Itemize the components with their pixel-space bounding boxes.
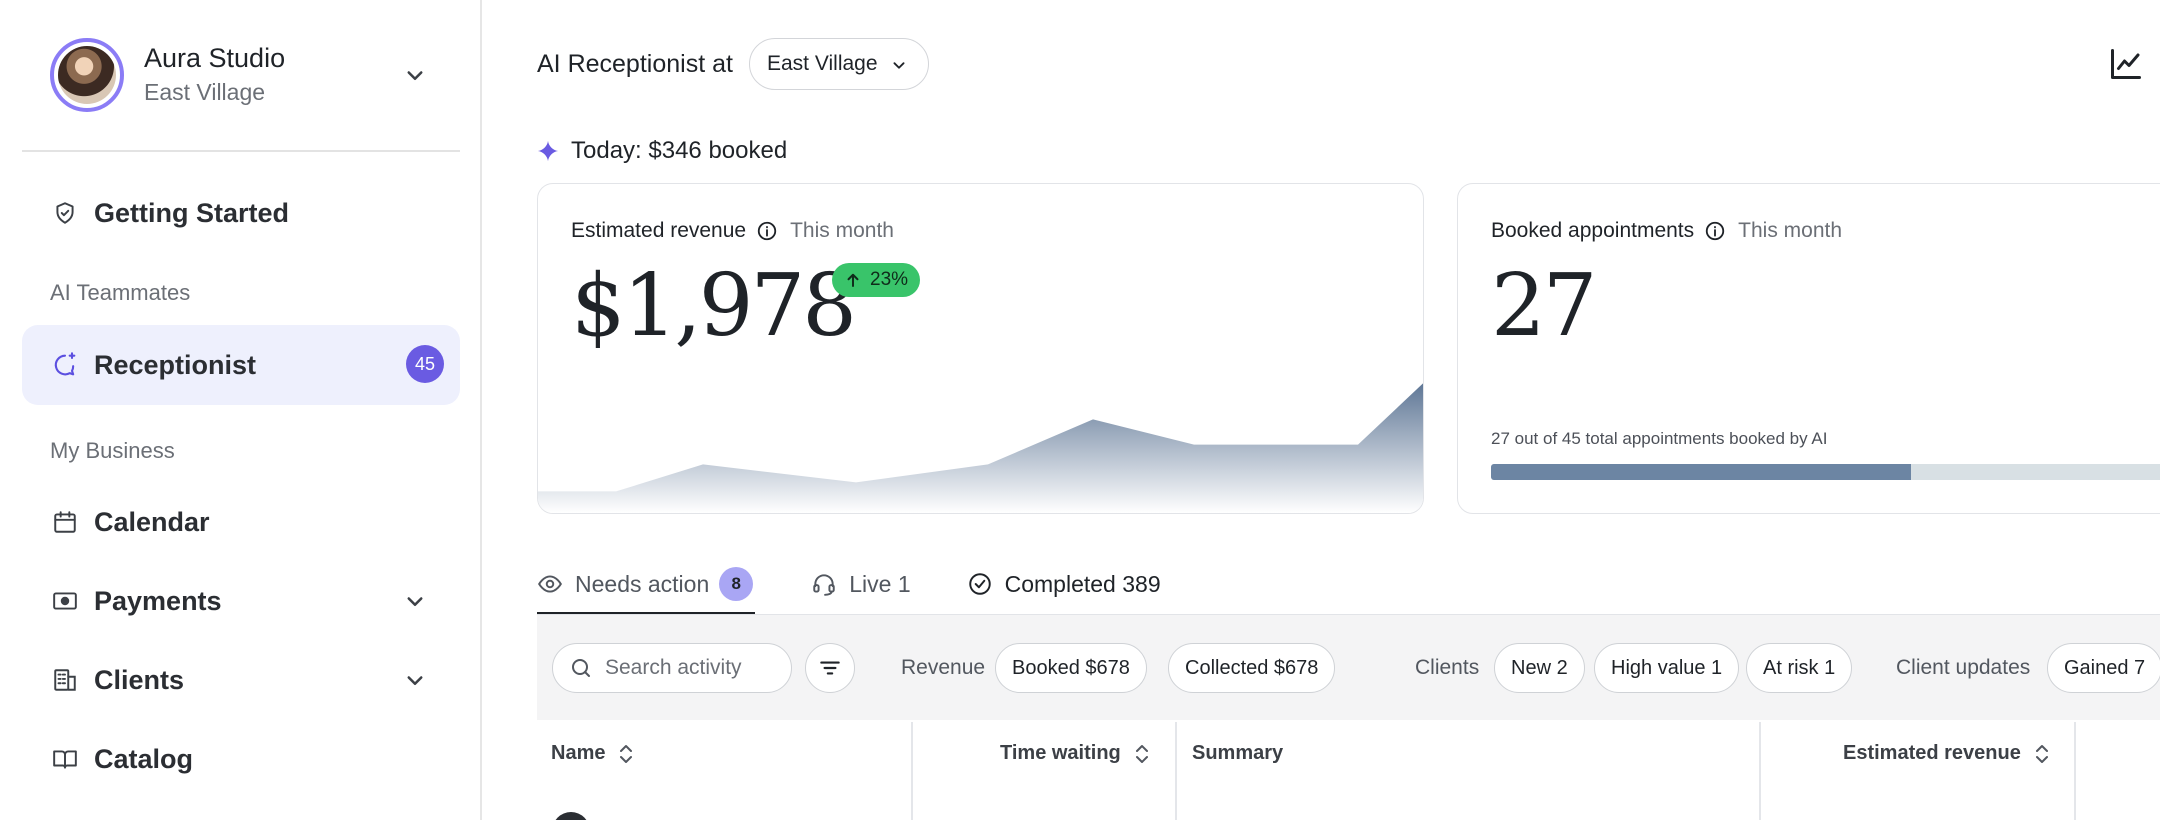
today-summary: Today: $346 booked <box>537 137 787 165</box>
filter-chip-at-risk[interactable]: At risk 1 <box>1746 643 1853 693</box>
tab-label: Needs action <box>575 570 710 597</box>
headset-icon <box>813 574 835 596</box>
eye-icon <box>538 575 562 593</box>
business-location: East Village <box>144 79 266 105</box>
card-period: This month <box>1738 219 1843 242</box>
column-header-label: Time waiting <box>1000 742 1121 764</box>
filter-bar: Search activity Revenue Booked $678 Coll… <box>537 615 2160 720</box>
chevron-down-icon[interactable] <box>400 665 430 695</box>
calendar-icon <box>50 507 80 537</box>
filter-chip-new[interactable]: New 2 <box>1494 643 1585 693</box>
sidebar-item-payments[interactable]: Payments <box>22 561 460 641</box>
chevron-down-icon <box>893 62 905 69</box>
section-label-my-business: My Business <box>50 438 175 463</box>
tab-label: Live 1 <box>849 570 911 597</box>
card-title: Estimated revenue <box>571 219 747 242</box>
sparkle-icon <box>537 140 559 162</box>
tab-completed[interactable]: Completed 389 <box>967 556 1161 612</box>
sidebar-item-getting-started[interactable]: Getting Started <box>22 173 460 253</box>
location-select[interactable]: East Village <box>749 38 929 90</box>
shield-check-icon <box>50 198 80 228</box>
building-icon <box>50 665 80 695</box>
sort-icon <box>620 744 633 763</box>
chevron-down-icon[interactable] <box>400 586 430 616</box>
location-select-value: East Village <box>767 52 878 75</box>
column-divider <box>911 722 913 820</box>
column-header-name[interactable]: Name <box>551 742 635 765</box>
sidebar-item-label: Calendar <box>94 506 210 537</box>
today-booked-text: Today: $346 booked <box>571 137 788 164</box>
ai-booking-progress-fill <box>1491 464 1911 480</box>
activity-tabs: Needs action 8 Live 1 Completed 389 <box>537 556 1217 616</box>
filter-group-clients: Clients <box>1415 656 1480 679</box>
filter-chip-gained[interactable]: Gained 7 <box>2047 643 2160 693</box>
filter-chip-collected[interactable]: Collected $678 <box>1168 643 1336 693</box>
ai-booking-progress-label: 27 out of 45 total appointments booked b… <box>1491 429 1828 448</box>
estimated-revenue-card: Estimated revenue This month $1,978 23% <box>537 183 1424 514</box>
search-icon <box>572 659 590 677</box>
sort-icon <box>2035 744 2048 763</box>
sidebar-item-label: Clients <box>94 664 185 695</box>
revenue-trend-area <box>538 383 1423 513</box>
revenue-change-badge: 23% <box>832 263 921 297</box>
book-icon <box>50 744 80 774</box>
column-divider <box>2074 722 2076 820</box>
filter-group-revenue: Revenue <box>901 656 986 679</box>
tab-needs-action[interactable]: Needs action 8 <box>537 556 756 615</box>
page-title: AI Receptionist at <box>537 50 733 78</box>
column-header-estimated-revenue[interactable]: Estimated revenue <box>1843 742 2051 765</box>
column-header-label: Name <box>551 742 606 764</box>
chevron-down-icon[interactable] <box>400 60 430 90</box>
business-switcher[interactable]: Aura Studio East Village <box>50 38 285 112</box>
sidebar-item-label: Getting Started <box>94 197 290 228</box>
cash-icon <box>50 586 80 616</box>
check-circle-icon <box>968 573 991 595</box>
column-divider <box>1175 722 1177 820</box>
filter-chip-high-value[interactable]: High value 1 <box>1594 643 1740 693</box>
tab-live[interactable]: Live 1 <box>811 556 911 612</box>
sidebar-item-catalog[interactable]: Catalog <box>22 719 460 799</box>
sidebar-item-label: Receptionist <box>94 349 257 380</box>
sort-icon <box>1135 744 1148 763</box>
card-title: Booked appointments <box>1491 219 1695 242</box>
column-divider <box>1759 722 1761 820</box>
business-name: Aura Studio <box>144 43 286 73</box>
arrow-up-icon <box>847 273 859 287</box>
card-period: This month <box>790 219 894 242</box>
booked-appointments-card: Booked appointments This month 27 27 out… <box>1457 183 2160 514</box>
business-avatar <box>50 38 124 112</box>
revenue-trend-chart <box>538 383 1423 513</box>
receptionist-count-badge: 45 <box>406 345 444 383</box>
info-icon[interactable] <box>1704 220 1726 242</box>
tab-label: Completed 389 <box>1004 570 1161 597</box>
sidebar-item-clients[interactable]: Clients <box>22 640 460 720</box>
sidebar-item-label: Payments <box>94 585 222 616</box>
ai-booking-progress-bar <box>1491 464 2160 480</box>
revenue-change-value: 23% <box>870 269 909 290</box>
column-header-time-waiting[interactable]: Time waiting <box>1000 742 1151 765</box>
search-input[interactable]: Search activity <box>552 643 792 693</box>
chat-sparkle-icon <box>50 350 80 380</box>
column-header-summary: Summary <box>1192 742 1283 765</box>
sidebar-item-label: Catalog <box>94 743 194 774</box>
column-header-label: Summary <box>1192 742 1284 764</box>
booked-appointments-value: 27 <box>1491 256 1597 356</box>
filter-group-client-updates: Client updates <box>1896 656 2031 679</box>
sidebar-divider <box>22 150 460 152</box>
column-header-label: Estimated revenue <box>1843 742 2021 764</box>
filter-icon <box>820 661 840 675</box>
sidebar-item-calendar[interactable]: Calendar <box>22 482 460 562</box>
section-label-ai-teammates: AI Teammates <box>50 280 191 305</box>
info-icon[interactable] <box>756 220 778 242</box>
sidebar-item-receptionist[interactable]: Receptionist 45 <box>22 325 460 405</box>
needs-action-count-badge: 8 <box>719 567 754 601</box>
filter-button[interactable] <box>805 643 855 693</box>
avatar <box>552 812 590 820</box>
line-chart-icon[interactable] <box>2108 46 2144 82</box>
search-placeholder: Search activity <box>605 656 742 679</box>
filter-chip-booked[interactable]: Booked $678 <box>995 643 1147 693</box>
sidebar: Aura Studio East Village Getting Started… <box>0 0 482 820</box>
